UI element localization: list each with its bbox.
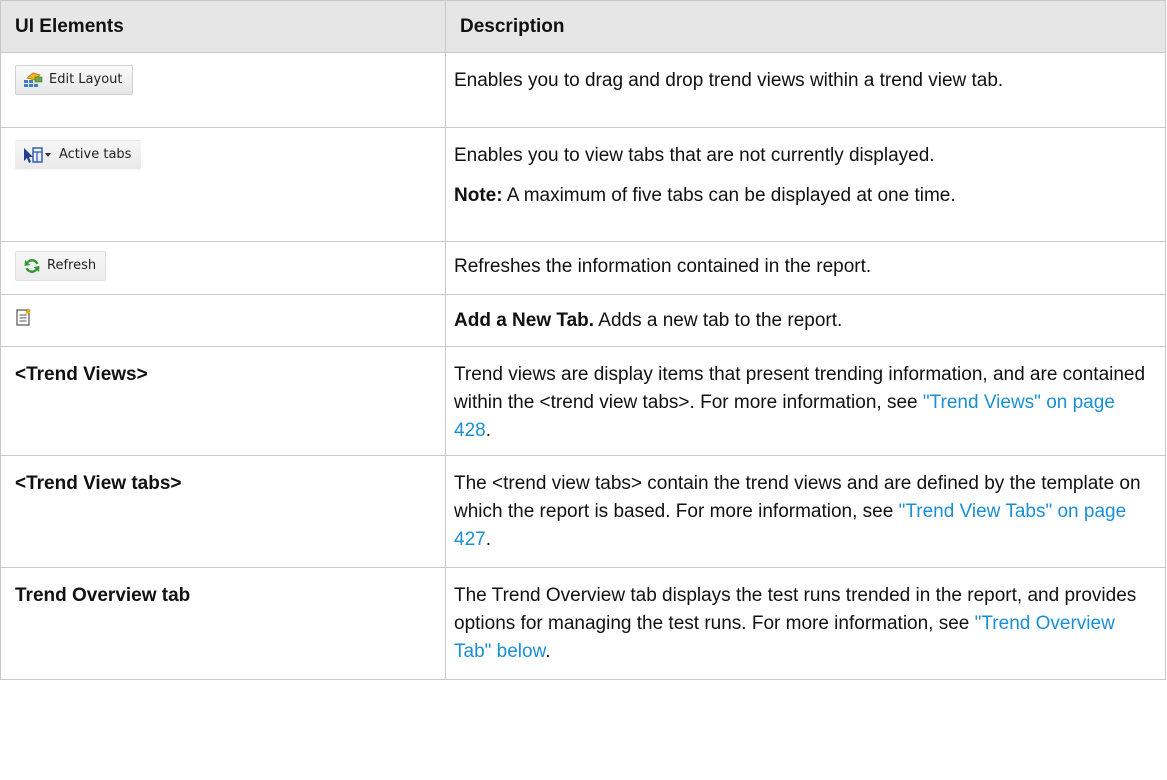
ui-element-cell: Active tabs [0, 127, 446, 242]
trend-view-tabs-tail: . [485, 529, 491, 550]
edit-layout-description: Enables you to drag and drop trend views… [454, 70, 1004, 91]
ui-element-cell: <Trend View tabs> [0, 455, 446, 568]
edit-layout-label: Edit Layout [49, 72, 123, 87]
edit-layout-button[interactable]: Edit Layout [15, 65, 133, 95]
note-text: A maximum of five tabs can be displayed … [502, 185, 956, 206]
description-cell: Add a New Tab. Adds a new tab to the rep… [445, 294, 1166, 347]
table-row: <Trend Views> Trend views are display it… [0, 346, 1166, 456]
ui-element-cell: Refresh [0, 241, 446, 295]
description-cell: The <trend view tabs> contain the trend … [445, 455, 1166, 568]
table-row: Add a New Tab. Adds a new tab to the rep… [0, 294, 1166, 347]
trend-overview-element: Trend Overview tab [15, 585, 191, 606]
trend-view-tabs-element: <Trend View tabs> [15, 473, 182, 494]
refresh-icon [23, 257, 41, 275]
trend-views-description: Trend views are display items that prese… [454, 361, 1157, 445]
column-header-description: Description [445, 0, 1166, 53]
add-new-tab-icon[interactable] [15, 307, 33, 327]
refresh-label: Refresh [47, 258, 97, 273]
trend-view-tabs-description: The <trend view tabs> contain the trend … [454, 470, 1157, 554]
active-tabs-icon [23, 146, 53, 164]
add-tab-description: Add a New Tab. Adds a new tab to the rep… [454, 307, 1157, 335]
add-tab-bold-label: Add a New Tab. [454, 310, 595, 331]
trend-overview-description: The Trend Overview tab displays the test… [454, 582, 1157, 666]
description-cell: Trend views are display items that prese… [445, 346, 1166, 456]
table-row: <Trend View tabs> The <trend view tabs> … [0, 455, 1166, 568]
note-label: Note: [454, 185, 503, 206]
edit-layout-icon [23, 71, 43, 89]
active-tabs-label: Active tabs [59, 147, 132, 162]
ui-elements-table: UI Elements Description Edit Layout Enab… [0, 0, 1166, 680]
trend-views-tail: . [485, 420, 491, 441]
description-cell: Refreshes the information contained in t… [445, 241, 1166, 295]
table-header-row: UI Elements Description [0, 0, 1166, 53]
refresh-button[interactable]: Refresh [15, 251, 107, 281]
ui-element-cell: Edit Layout [0, 52, 446, 128]
description-cell: Enables you to view tabs that are not cu… [445, 127, 1166, 242]
ui-element-cell: Trend Overview tab [0, 567, 446, 680]
active-tabs-button[interactable]: Active tabs [15, 140, 142, 170]
table-row: Active tabs Enables you to view tabs tha… [0, 127, 1166, 242]
trend-views-element: <Trend Views> [15, 364, 148, 385]
refresh-description: Refreshes the information contained in t… [454, 256, 872, 277]
active-tabs-description: Enables you to view tabs that are not cu… [454, 145, 935, 166]
active-tabs-note: Note: A maximum of five tabs can be disp… [454, 182, 1157, 210]
ui-element-cell [0, 294, 446, 347]
ui-element-cell: <Trend Views> [0, 346, 446, 456]
trend-overview-tail: . [545, 641, 551, 662]
table-row: Trend Overview tab The Trend Overview ta… [0, 567, 1166, 680]
description-cell: The Trend Overview tab displays the test… [445, 567, 1166, 680]
table-row: Edit Layout Enables you to drag and drop… [0, 52, 1166, 128]
add-tab-text: Adds a new tab to the report. [594, 310, 843, 331]
description-cell: Enables you to drag and drop trend views… [445, 52, 1166, 128]
column-header-ui-elements: UI Elements [0, 0, 446, 53]
table-row: Refresh Refreshes the information contai… [0, 241, 1166, 295]
